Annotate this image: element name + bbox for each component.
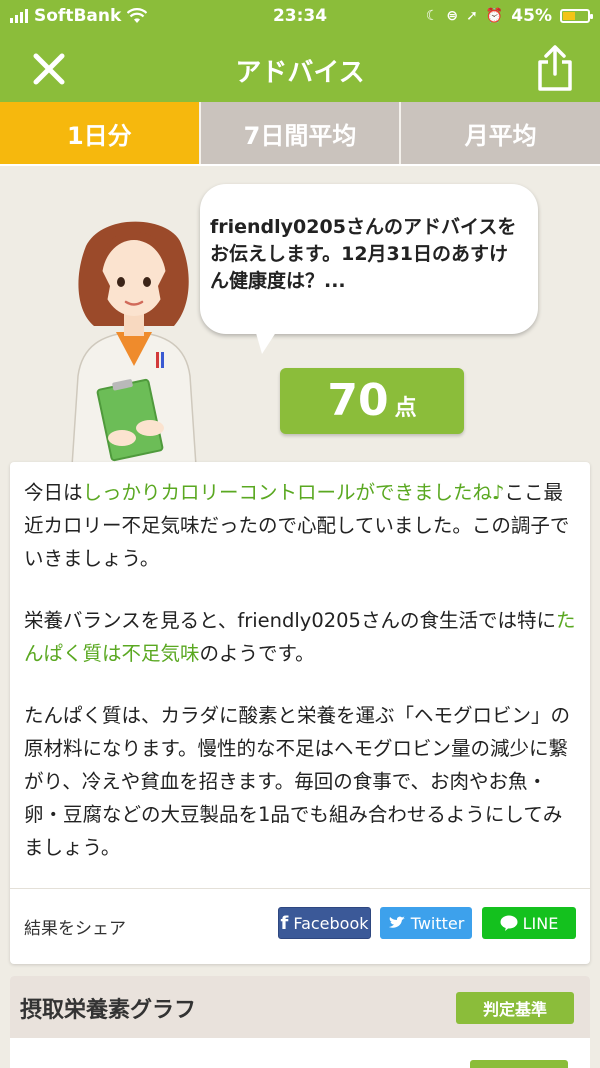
tab-daily[interactable]: 1日分 xyxy=(0,102,201,164)
advice-card: 今日はしっかりカロリーコントロールができましたね♪ここ最近カロリー不足気味だった… xyxy=(10,462,590,964)
judgement-criteria-button[interactable]: 判定基準 xyxy=(456,992,574,1024)
advice-highlight: しっかりカロリーコントロールができましたね♪ xyxy=(82,481,505,504)
advice-paragraph-protein: たんぱく質は、カラダに酸素と栄養を運ぶ「ヘモグロビン」の原材料になります。慢性的… xyxy=(24,704,571,859)
twitter-bird-icon xyxy=(388,916,405,928)
battery-icon xyxy=(560,9,593,23)
twitter-share-button[interactable]: Twitter xyxy=(380,907,472,939)
advice-paragraph-calorie: 今日はしっかりカロリーコントロールができましたね♪ここ最近カロリー不足気味だった… xyxy=(24,476,580,575)
facebook-share-button[interactable]: f Facebook xyxy=(278,907,371,939)
app-header: アドバイス xyxy=(0,34,600,102)
share-label: 結果をシェア xyxy=(24,919,126,939)
share-icon[interactable] xyxy=(534,44,576,92)
advice-text: のようです。 xyxy=(199,642,315,665)
line-share-button[interactable]: LINE xyxy=(482,907,576,939)
moon-icon: ☾ xyxy=(425,8,439,24)
tab-monthly-average[interactable]: 月平均 xyxy=(401,102,600,164)
tab-7day-average[interactable]: 7日間平均 xyxy=(200,102,402,164)
alarm-icon: ⏰ xyxy=(485,8,504,24)
line-chat-icon xyxy=(500,915,518,931)
rotation-lock-icon: ⊜ xyxy=(446,8,459,24)
location-icon: ➚ xyxy=(466,8,478,24)
line-label: LINE xyxy=(522,913,559,933)
speech-bubble-tail xyxy=(254,326,280,354)
twitter-label: Twitter xyxy=(410,913,465,933)
facebook-label: Facebook xyxy=(293,913,369,933)
advice-text: 栄養バランスを見ると、friendly0205さんの食生活では特に xyxy=(24,609,556,632)
advisor-section: friendly0205さんのアドバイスをお伝えします。12月31日のあすけん健… xyxy=(0,166,600,466)
status-bar: SoftBank 23:34 ☾ ⊜ ➚ ⏰ 45% xyxy=(0,0,600,34)
nutritionist-illustration xyxy=(71,221,197,466)
nutrient-graph-header: 摂取栄養素グラフ 判定基準 xyxy=(10,976,590,1038)
nutrient-graph-title: 摂取栄養素グラフ xyxy=(20,998,197,1023)
facebook-icon: f xyxy=(280,912,289,934)
top-bar: SoftBank 23:34 ☾ ⊜ ➚ ⏰ 45% アドバイス xyxy=(0,0,600,102)
divider xyxy=(10,888,590,889)
advice-text: 今日は xyxy=(24,481,83,504)
battery-percent: 45% xyxy=(511,6,552,26)
health-score-value: 70 xyxy=(327,375,389,426)
advice-paragraph-balance: 栄養バランスを見ると、friendly0205さんの食生活では特にたんぱく質は不… xyxy=(24,604,580,670)
period-tabs: 1日分 7日間平均 月平均 xyxy=(0,102,600,166)
nutrient-graph-section: 摂取栄養素グラフ 判定基準 xyxy=(10,976,590,1068)
page-title: アドバイス xyxy=(235,58,365,88)
graph-bar xyxy=(470,1060,568,1068)
health-score-unit: 点 xyxy=(394,396,417,421)
advice-speech-bubble: friendly0205さんのアドバイスをお伝えします。12月31日のあすけん健… xyxy=(200,184,538,334)
health-score-badge: 70 点 xyxy=(280,368,464,434)
